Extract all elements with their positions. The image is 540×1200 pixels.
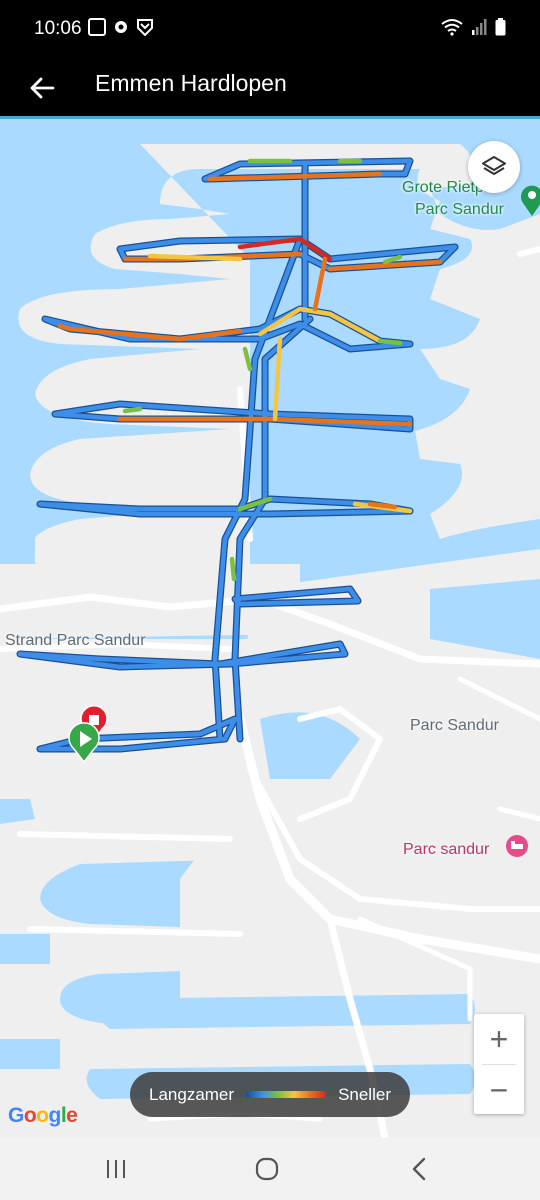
label-parc-sandur-mid: Parc Sandur <box>410 717 499 734</box>
google-logo: Google <box>8 1104 78 1128</box>
google-logo-letter: G <box>8 1104 24 1127</box>
shield-icon <box>137 19 153 36</box>
label-parc-sandur-hotel: Parc sandur <box>403 841 490 858</box>
zoom-in-button[interactable]: + <box>474 1014 524 1064</box>
home-icon <box>255 1157 279 1181</box>
hotel-pin[interactable] <box>506 835 528 857</box>
google-logo-letter: g <box>48 1104 62 1127</box>
legend-slower-label: Langzamer <box>149 1084 235 1104</box>
speed-legend: Langzamer Sneller <box>130 1072 410 1117</box>
news-icon <box>88 18 106 36</box>
status-right-icons <box>441 18 506 36</box>
recent-apps-button[interactable] <box>86 1148 146 1190</box>
map-canvas[interactable] <box>0 119 540 1138</box>
arrow-back-icon <box>30 77 55 99</box>
back-button[interactable] <box>22 68 62 108</box>
label-parc-sandur-top: Parc Sandur <box>415 201 504 218</box>
legend-color-bar <box>246 1091 327 1098</box>
google-attribution: Google <box>8 1104 78 1127</box>
app-bar: Emmen Hardlopen <box>0 60 540 118</box>
back-chevron-icon <box>412 1157 426 1181</box>
recent-apps-icon <box>107 1160 125 1178</box>
google-logo-letter: o <box>23 1104 37 1127</box>
system-nav-bar <box>0 1138 540 1200</box>
page-title: Emmen Hardlopen <box>95 70 287 96</box>
map-view[interactable]: Grote Rietplas Parc Sandur Strand Parc S… <box>0 119 540 1138</box>
notification-icons <box>88 18 154 36</box>
legend-faster-label: Sneller <box>338 1084 391 1104</box>
signal-icon <box>472 19 487 35</box>
label-strand-parc-sandur: Strand Parc Sandur <box>5 632 146 649</box>
google-logo-letter: o <box>36 1104 49 1127</box>
battery-icon <box>495 18 506 36</box>
layers-button[interactable] <box>468 141 520 193</box>
google-logo-letter: e <box>66 1104 78 1127</box>
status-time: 10:06 <box>34 18 82 39</box>
settings-icon <box>115 21 127 33</box>
system-back-button[interactable] <box>389 1148 449 1190</box>
wifi-icon <box>441 19 463 36</box>
layers-icon <box>482 156 506 175</box>
zoom-control: + − <box>474 1014 524 1114</box>
status-bar: 10:06 <box>0 0 540 60</box>
zoom-out-button[interactable]: − <box>474 1065 524 1115</box>
green-place-pin[interactable] <box>521 185 540 216</box>
home-button[interactable] <box>237 1148 297 1190</box>
